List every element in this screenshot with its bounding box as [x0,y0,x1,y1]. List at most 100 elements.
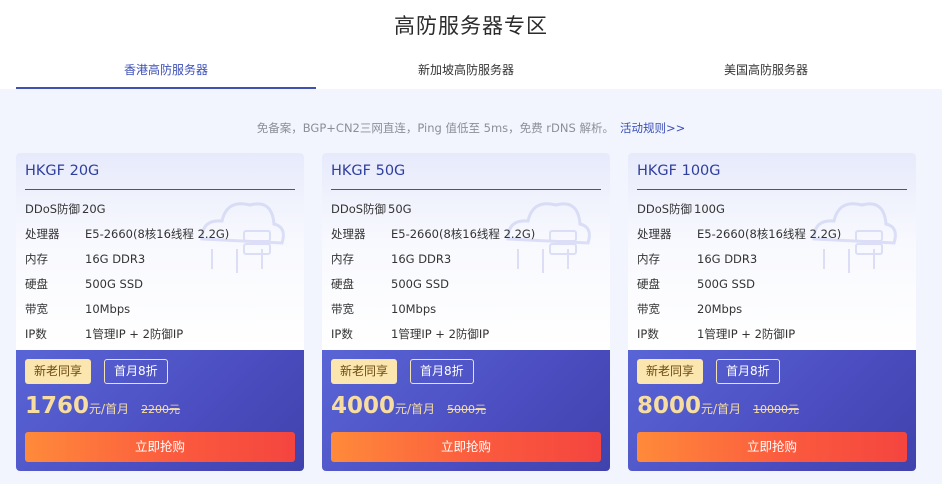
spec-label: DDoS防御 [25,202,81,216]
spec-value: 20Mbps [697,302,743,316]
product-card: HKGF 20G DDoS防御 20G 处理器 E5-2660(8核16线程 2.2… [16,153,304,471]
spec-bandwidth: 带宽 20Mbps [637,301,742,317]
spec-label: 处理器 [25,227,60,241]
badge-new-and-old: 新老同享 [637,359,704,384]
spec-label: 内存 [331,252,354,266]
spec-ip: IP数 1管理IP + 2防御IP [637,326,795,342]
spec-label: IP数 [637,327,659,341]
card-divider [25,189,295,190]
spec-value: E5-2660(8核16线程 2.2G) [391,227,536,241]
buy-now-button[interactable]: 立即抢购 [637,432,907,462]
card-title: HKGF 20G [25,163,100,179]
buy-now-button[interactable]: 立即抢购 [25,432,295,462]
price: 1760元/首月 2200元 [25,393,180,419]
spec-cpu: 处理器 E5-2660(8核16线程 2.2G) [25,226,229,242]
spec-value: 16G DDR3 [697,252,758,266]
spec-label: 带宽 [637,302,660,316]
spec-ip: IP数 1管理IP + 2防御IP [25,326,183,342]
card-price-area: 新老同享 首月8折 8000元/首月 10000元 立即抢购 [628,350,916,471]
product-card: HKGF 100G DDoS防御 100G 处理器 E5-2660(8核16线程 2… [628,153,916,471]
spec-ip: IP数 1管理IP + 2防御IP [331,326,489,342]
tab-usa[interactable]: 美国高防服务器 [616,50,916,89]
spec-value: 50G [388,202,412,216]
spec-value: 16G DDR3 [391,252,452,266]
spec-label: 带宽 [25,302,48,316]
buy-now-button[interactable]: 立即抢购 [331,432,601,462]
spec-label: DDoS防御 [331,202,387,216]
spec-bandwidth: 带宽 10Mbps [331,301,436,317]
spec-disk: 硬盘 500G SSD [331,276,449,292]
spec-disk: 硬盘 500G SSD [25,276,143,292]
activity-rules-link[interactable]: 活动规则>> [620,121,685,135]
tab-singapore[interactable]: 新加坡高防服务器 [316,50,616,89]
price-unit: 元/首月 [701,402,742,416]
spec-label: 硬盘 [637,277,660,291]
spec-disk: 硬盘 500G SSD [637,276,755,292]
spec-value: 100G [694,202,725,216]
tab-hongkong[interactable]: 香港高防服务器 [16,50,316,89]
spec-ddos: DDoS防御 100G [637,201,725,217]
spec-value: 20G [82,202,106,216]
spec-value: E5-2660(8核16线程 2.2G) [697,227,842,241]
spec-value: E5-2660(8核16线程 2.2G) [85,227,230,241]
card-header-area: HKGF 50G DDoS防御 50G 处理器 E5-2660(8核16线程 2.2… [322,153,610,350]
spec-label: 内存 [25,252,48,266]
spec-value: 10Mbps [391,302,437,316]
spec-ddos: DDoS防御 20G [25,201,106,217]
badge-first-month-discount: 首月8折 [104,359,168,384]
badge-new-and-old: 新老同享 [25,359,92,384]
spec-cpu: 处理器 E5-2660(8核16线程 2.2G) [637,226,841,242]
spec-label: 内存 [637,252,660,266]
card-divider [637,189,907,190]
card-title: HKGF 50G [331,163,406,179]
spec-ddos: DDoS防御 50G [331,201,412,217]
spec-label: 处理器 [331,227,366,241]
price-value: 1760 [25,393,90,419]
cloud-server-icon [812,202,897,273]
spec-label: 硬盘 [25,277,48,291]
price-value: 8000 [637,393,702,419]
price-unit: 元/首月 [395,402,436,416]
spec-value: 1管理IP + 2防御IP [697,327,796,341]
cloud-server-icon [200,202,285,273]
badge-first-month-discount: 首月8折 [716,359,780,384]
badge-new-and-old: 新老同享 [331,359,398,384]
original-price: 5000元 [447,403,487,416]
spec-value: 500G SSD [85,277,143,291]
spec-value: 16G DDR3 [85,252,146,266]
spec-label: DDoS防御 [637,202,693,216]
spec-label: IP数 [331,327,353,341]
card-header-area: HKGF 20G DDoS防御 20G 处理器 E5-2660(8核16线程 2.2… [16,153,304,350]
price: 4000元/首月 5000元 [331,393,486,419]
badge-first-month-discount: 首月8折 [410,359,474,384]
page-title: 高防服务器专区 [394,14,548,38]
spec-value: 10Mbps [85,302,131,316]
spec-ram: 内存 16G DDR3 [25,251,145,267]
original-price: 2200元 [141,403,181,416]
card-price-area: 新老同享 首月8折 1760元/首月 2200元 立即抢购 [16,350,304,471]
page: 高防服务器专区 香港高防服务器 新加坡高防服务器 美国高防服务器 免备案，BGP… [0,0,942,484]
spec-label: IP数 [25,327,47,341]
spec-bandwidth: 带宽 10Mbps [25,301,130,317]
card-price-area: 新老同享 首月8折 4000元/首月 5000元 立即抢购 [322,350,610,471]
spec-value: 500G SSD [697,277,755,291]
card-title: HKGF 100G [637,163,721,179]
card-divider [331,189,601,190]
promo-notice: 免备案，BGP+CN2三网直连，Ping 值低至 5ms，免费 rDNS 解析。… [0,120,942,136]
spec-label: 硬盘 [331,277,354,291]
spec-value: 1管理IP + 2防御IP [85,327,184,341]
cloud-server-icon [506,202,591,273]
spec-value: 500G SSD [391,277,449,291]
price-unit: 元/首月 [89,402,130,416]
price: 8000元/首月 10000元 [637,393,799,419]
spec-label: 处理器 [637,227,672,241]
product-card: HKGF 50G DDoS防御 50G 处理器 E5-2660(8核16线程 2.2… [322,153,610,471]
spec-ram: 内存 16G DDR3 [331,251,451,267]
spec-ram: 内存 16G DDR3 [637,251,757,267]
tab-content: 免备案，BGP+CN2三网直连，Ping 值低至 5ms，免费 rDNS 解析。… [0,89,942,484]
notice-text: 免备案，BGP+CN2三网直连，Ping 值低至 5ms，免费 rDNS 解析。 [256,121,614,135]
card-header-area: HKGF 100G DDoS防御 100G 处理器 E5-2660(8核16线程 2… [628,153,916,350]
spec-label: 带宽 [331,302,354,316]
spec-cpu: 处理器 E5-2660(8核16线程 2.2G) [331,226,535,242]
price-value: 4000 [331,393,396,419]
